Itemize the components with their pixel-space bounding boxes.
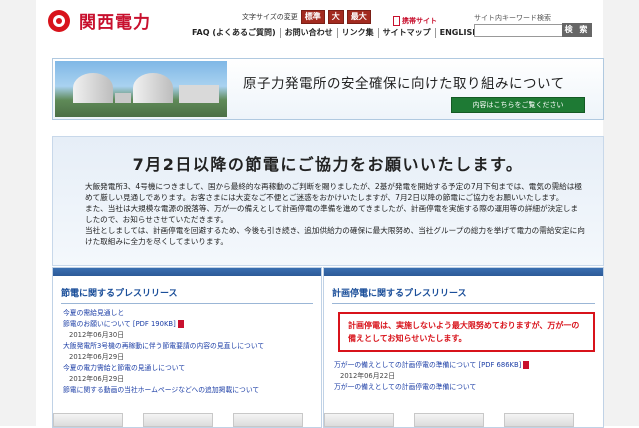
font-size-switcher: 文字サイズの変更 標準 大 最大 <box>242 10 371 24</box>
mobile-site-link[interactable]: 携帯サイト <box>393 16 437 26</box>
bottom-tiles <box>53 413 323 427</box>
mobile-site-label: 携帯サイト <box>402 17 437 25</box>
press-item: 万が一の備えとしての計画停電の準備について [PDF 686KB] 2012年0… <box>324 360 603 393</box>
nav-sitemap[interactable]: サイトマップ <box>377 28 435 38</box>
press-item-link[interactable]: 節電のお願いについて [PDF 190KB] <box>63 320 176 328</box>
banner-details-button[interactable]: 内容はこちらをご覧ください <box>451 97 585 113</box>
font-size-xlarge-button[interactable]: 最大 <box>346 10 371 24</box>
press-item-date: 2012年06月30日 <box>69 331 124 339</box>
press-item-link[interactable]: 大飯発電所3号機の再稼動に伴う節電要請の内容の見直しについて <box>63 341 321 352</box>
search-label: サイト内キーワード検索 <box>474 14 551 22</box>
kepco-logo[interactable]: 関西電力 <box>48 8 151 33</box>
press-item-date: 2012年06月29日 <box>69 353 124 361</box>
power-saving-press-panel: 節電に関するプレスリリース 今夏の需給見通しと 節電のお願いについて [PDF … <box>52 267 322 428</box>
nuclear-plant-image <box>55 61 227 117</box>
search-button[interactable]: 検 索 <box>562 23 592 37</box>
notice-paragraph: 当社としましては、計画停電を回避するため、今後も引き続き、追加供給力の確保に最大… <box>85 226 585 246</box>
logo-mark-icon <box>48 9 74 32</box>
left-margin <box>0 0 36 426</box>
outage-warning: 計画停電は、実施しないよう最大限努めておりますが、万が一の備えとしてお知らせいた… <box>338 312 595 352</box>
nav-faq[interactable]: FAQ (よくあるご質問) <box>188 28 280 38</box>
pdf-icon <box>177 320 184 328</box>
font-size-large-button[interactable]: 大 <box>327 10 344 24</box>
mobile-phone-icon <box>393 16 400 26</box>
right-margin <box>603 0 639 426</box>
press-item-link[interactable]: 万が一の備えとしての計画停電の準備について [PDF 686KB] <box>334 361 521 369</box>
pdf-icon <box>523 361 530 369</box>
power-saving-notice: 7月2日以降の節電にご協力をお願いいたします。 大飯発電所3、4号機につきまして… <box>52 136 604 266</box>
logo-text: 関西電力 <box>79 13 151 33</box>
planned-outage-press-panel: 計画停電に関するプレスリリース 計画停電は、実施しないよう最大限努めておりますが… <box>323 267 604 428</box>
header-nav: FAQ (よくあるご質問) お問い合わせ リンク集 サイトマップ ENGLISH <box>188 28 483 38</box>
press-right-title[interactable]: 計画停電に関するプレスリリース <box>324 276 603 299</box>
font-size-normal-button[interactable]: 標準 <box>300 10 325 24</box>
nav-links[interactable]: リンク集 <box>336 28 378 38</box>
press-item: 今夏の需給見通しと 節電のお願いについて [PDF 190KB] 2012年06… <box>53 308 321 396</box>
press-item-link[interactable]: 節電に関する動画の当社ホームページなどへの追加掲載について <box>63 385 321 396</box>
notice-paragraph: 大飯発電所3、4号機につきまして、国から最終的な再稼動のご判断を賜りましたが、2… <box>85 182 582 202</box>
press-left-title[interactable]: 節電に関するプレスリリース <box>53 276 321 299</box>
bottom-tiles <box>324 413 594 427</box>
font-size-label: 文字サイズの変更 <box>242 13 298 21</box>
press-item-link[interactable]: 万が一の備えとしての計画停電の準備について <box>334 382 603 393</box>
nuclear-safety-banner[interactable]: 原子力発電所の安全確保に向けた取り組みについて 内容はこちらをご覧ください <box>52 58 604 120</box>
page: 関西電力 文字サイズの変更 標準 大 最大 携帯サイト FAQ (よくあるご質問… <box>36 0 604 428</box>
press-item-date: 2012年06月22日 <box>340 372 395 380</box>
notice-body: 大飯発電所3、4号機につきまして、国から最終的な再稼動のご判断を賜りましたが、2… <box>85 181 585 247</box>
banner-title: 原子力発電所の安全確保に向けた取り組みについて <box>243 76 565 92</box>
notice-paragraph: また、当社は大規模な電源の脱落等、万が一の備えとして計画停電の準備を進めてきまし… <box>85 204 578 224</box>
press-item-link[interactable]: 今夏の電力需給と節電の見通しについて <box>63 363 321 374</box>
press-item-link[interactable]: 今夏の需給見通しと <box>63 308 321 319</box>
search-input[interactable] <box>474 24 564 37</box>
press-item-date: 2012年06月29日 <box>69 375 124 383</box>
notice-title: 7月2日以降の節電にご協力をお願いいたします。 <box>132 155 524 174</box>
nav-contact[interactable]: お問い合わせ <box>279 28 337 38</box>
